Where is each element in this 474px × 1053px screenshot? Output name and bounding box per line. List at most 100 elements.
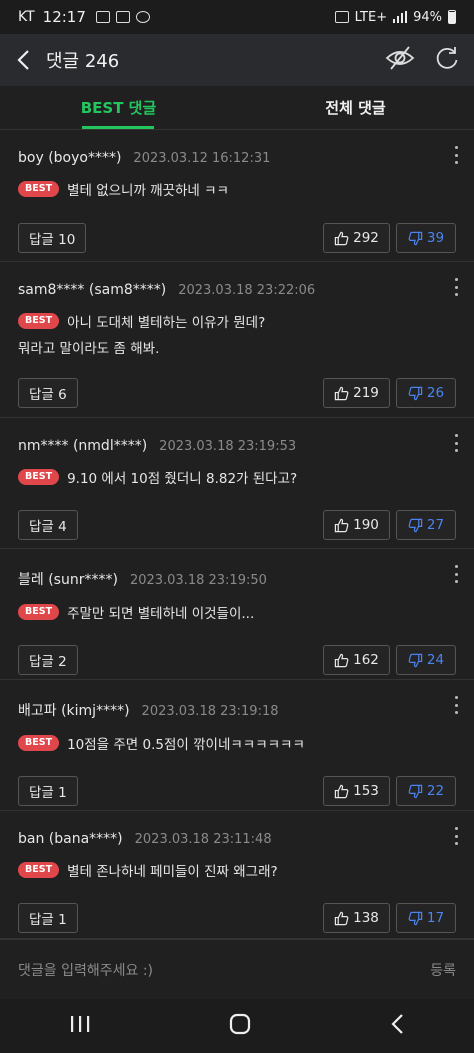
eye-slash-icon <box>385 46 415 70</box>
comment-item: boy (boyo****) 2023.03.12 16:12:31 BEST 별… <box>0 130 474 262</box>
reply-button[interactable]: 답글 6 <box>18 378 78 408</box>
dislike-button[interactable]: 26 <box>396 378 456 408</box>
like-count: 138 <box>353 910 379 926</box>
system-navigation-bar <box>0 999 474 1053</box>
comment-date: 2023.03.18 23:19:50 <box>129 573 267 588</box>
comment-text-line2: 뭐라고 말이라도 좀 해봐. <box>18 341 160 357</box>
notification-icons <box>95 11 150 23</box>
thumbs-down-icon <box>408 911 423 925</box>
like-button[interactable]: 219 <box>323 378 390 408</box>
comment-body: BEST 아니 도대체 별테하는 이유가 뭔데? <box>18 310 456 336</box>
comment-input[interactable]: 댓글을 입력해주세요 :) <box>18 960 153 980</box>
more-options-icon[interactable] <box>452 146 460 164</box>
thumbs-down-icon <box>408 784 423 798</box>
comment-body: BEST 10점을 주면 0.5점이 깎이네ㅋㅋㅋㅋㅋㅋ <box>18 732 456 758</box>
like-button[interactable]: 292 <box>323 223 390 253</box>
best-badge: BEST <box>18 604 60 620</box>
comment-input-bar: 댓글을 입력해주세요 :) 등록 <box>0 939 474 999</box>
message-notification-icon <box>115 11 130 23</box>
thumbs-up-icon <box>334 911 349 925</box>
thumbs-down-icon <box>408 386 423 400</box>
dislike-count: 27 <box>426 517 445 533</box>
dislike-button[interactable]: 27 <box>396 510 456 540</box>
like-button[interactable]: 190 <box>323 510 390 540</box>
more-options-icon[interactable] <box>452 278 460 296</box>
home-icon <box>229 1013 251 1035</box>
system-back-button[interactable] <box>389 1013 405 1039</box>
like-count: 162 <box>353 652 379 668</box>
like-button[interactable]: 138 <box>323 903 390 933</box>
comment-body: BEST 별테 존나하네 페미들이 진짜 왜그래? <box>18 859 456 885</box>
comment-text: 별테 존나하네 페미들이 진짜 왜그래? <box>67 864 278 880</box>
more-options-icon[interactable] <box>452 434 460 452</box>
thumbs-down-icon <box>408 231 423 245</box>
carrier-label: KT <box>18 9 35 25</box>
comment-item: 블레 (sunr****) 2023.03.18 23:19:50 BEST 주말… <box>0 549 474 680</box>
reply-button[interactable]: 답글 1 <box>18 903 78 933</box>
comment-list: boy (boyo****) 2023.03.12 16:12:31 BEST 별… <box>0 130 474 939</box>
comment-author[interactable]: sam8**** (sam8****) <box>18 282 166 298</box>
dislike-count: 24 <box>426 652 445 668</box>
network-label: LTE+ <box>354 9 388 25</box>
comment-text: 9.10 에서 10점 줬더니 8.82가 된다고? <box>67 471 298 487</box>
home-button[interactable] <box>228 1012 252 1040</box>
dislike-count: 17 <box>426 910 445 926</box>
system-status: LTE+ 94% <box>334 9 456 25</box>
back-button[interactable] <box>0 34 46 86</box>
like-button[interactable]: 162 <box>323 645 390 675</box>
page-title: 댓글 246 <box>46 51 120 72</box>
more-options-icon[interactable] <box>452 827 460 845</box>
tab-best-comments[interactable]: BEST 댓글 <box>0 86 237 129</box>
like-count: 219 <box>353 385 379 401</box>
like-count: 153 <box>353 783 379 799</box>
reply-button[interactable]: 답글 2 <box>18 645 78 675</box>
reply-button[interactable]: 답글 1 <box>18 776 78 806</box>
hide-spoiler-button[interactable] <box>384 43 416 77</box>
comment-body: BEST 9.10 에서 10점 줬더니 8.82가 된다고? <box>18 466 456 492</box>
comment-author[interactable]: boy (boyo****) <box>18 150 121 166</box>
comment-author[interactable]: nm**** (nmdl****) <box>18 438 147 454</box>
dislike-button[interactable]: 22 <box>396 776 456 806</box>
like-button[interactable]: 153 <box>323 776 390 806</box>
comment-text: 10점을 주면 0.5점이 깎이네ㅋㅋㅋㅋㅋㅋ <box>67 737 305 753</box>
clock: 12:17 <box>42 8 86 26</box>
gallery-notification-icon <box>95 11 110 23</box>
comment-author[interactable]: ban (bana****) <box>18 831 123 847</box>
best-badge: BEST <box>18 735 60 751</box>
back-chevron-icon <box>391 1014 404 1034</box>
like-count: 292 <box>353 230 379 246</box>
best-badge: BEST <box>18 862 60 878</box>
top-app-bar: 댓글 246 <box>0 34 474 86</box>
comment-date: 2023.03.18 23:11:48 <box>134 832 272 847</box>
tab-all-comments[interactable]: 전체 댓글 <box>237 86 474 129</box>
comment-text: 별테 없으니까 깨끗하네 ㅋㅋ <box>67 183 229 199</box>
dislike-button[interactable]: 39 <box>396 223 456 253</box>
reply-button[interactable]: 답글 4 <box>18 510 78 540</box>
comment-body: BEST 별테 없으니까 깨끗하네 ㅋㅋ <box>18 178 456 204</box>
dislike-button[interactable]: 17 <box>396 903 456 933</box>
refresh-button[interactable] <box>434 45 460 75</box>
best-badge: BEST <box>18 181 60 197</box>
comment-author[interactable]: 블레 (sunr****) <box>18 569 118 589</box>
recent-apps-icon <box>70 1016 89 1032</box>
recent-apps-button[interactable] <box>69 1014 91 1038</box>
best-badge: BEST <box>18 469 60 485</box>
comment-body: BEST 주말만 되면 별테하네 이것들이... <box>18 601 456 627</box>
dislike-button[interactable]: 24 <box>396 645 456 675</box>
comment-date: 2023.03.18 23:19:18 <box>141 704 279 719</box>
thumbs-up-icon <box>334 653 349 667</box>
refresh-icon <box>436 47 458 69</box>
more-options-icon[interactable] <box>452 565 460 583</box>
reply-button[interactable]: 답글 10 <box>18 223 87 253</box>
comment-item: ban (bana****) 2023.03.18 23:11:48 BEST 별… <box>0 811 474 939</box>
comment-date: 2023.03.18 23:19:53 <box>159 439 297 454</box>
submit-button[interactable]: 등록 <box>430 960 456 980</box>
dislike-count: 22 <box>426 783 445 799</box>
comment-item: sam8**** (sam8****) 2023.03.18 23:22:06 … <box>0 262 474 418</box>
comment-item: 배고파 (kimj****) 2023.03.18 23:19:18 BEST 1… <box>0 680 474 811</box>
alarm-icon <box>334 11 349 23</box>
comment-author[interactable]: 배고파 (kimj****) <box>18 700 130 720</box>
comment-text: 아니 도대체 별테하는 이유가 뭔데? <box>67 315 266 331</box>
back-arrow-icon <box>17 50 29 70</box>
more-options-icon[interactable] <box>452 696 460 714</box>
